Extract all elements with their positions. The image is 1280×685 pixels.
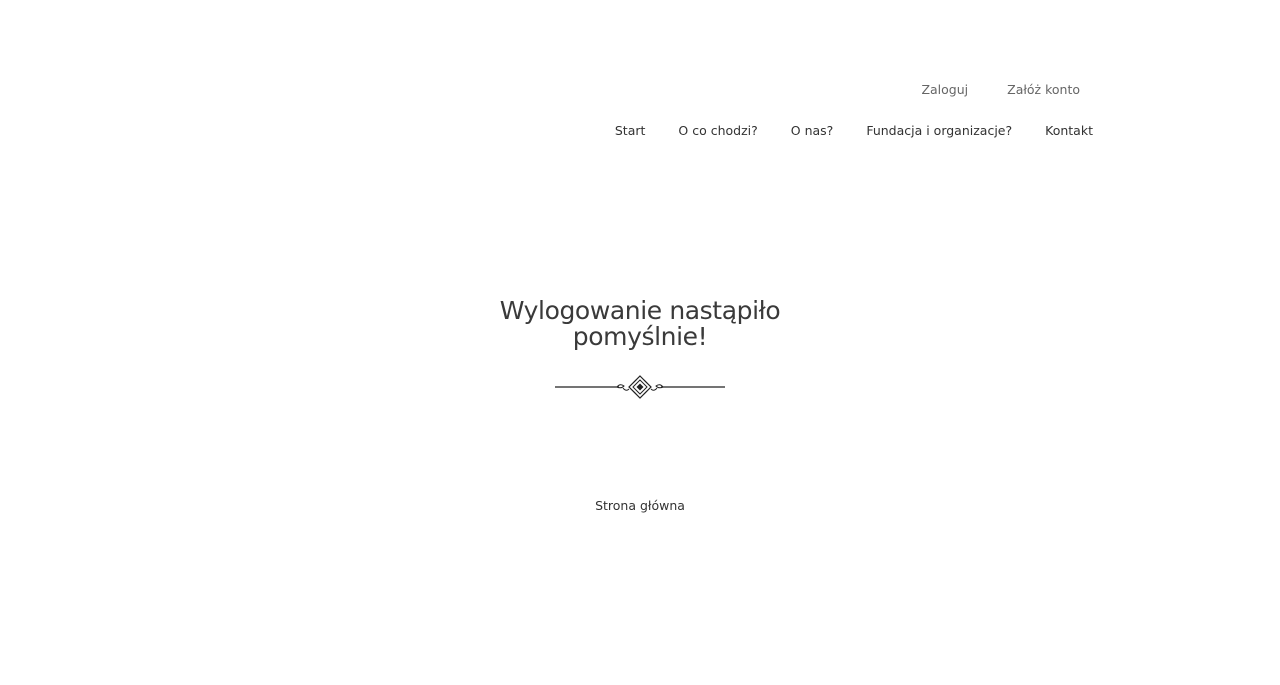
register-link[interactable]: Załóż konto (1007, 82, 1080, 97)
main-nav: Start O co chodzi? O nas? Fundacja i org… (615, 123, 1093, 138)
nav-item-about-us[interactable]: O nas? (791, 123, 834, 138)
main-content: Wylogowanie nastąpiło pomyślnie! Strona … (0, 298, 1280, 514)
page-title: Wylogowanie nastąpiło pomyślnie! (499, 296, 781, 351)
login-link[interactable]: Zaloguj (921, 82, 968, 97)
ornamental-divider-icon (555, 375, 725, 399)
account-links: Zaloguj Załóż konto (921, 82, 1080, 97)
home-link[interactable]: Strona główna (595, 498, 685, 513)
nav-item-foundation[interactable]: Fundacja i organizacje? (866, 123, 1012, 138)
nav-item-contact[interactable]: Kontakt (1045, 123, 1093, 138)
nav-item-start[interactable]: Start (615, 123, 646, 138)
nav-item-about-idea[interactable]: O co chodzi? (678, 123, 757, 138)
